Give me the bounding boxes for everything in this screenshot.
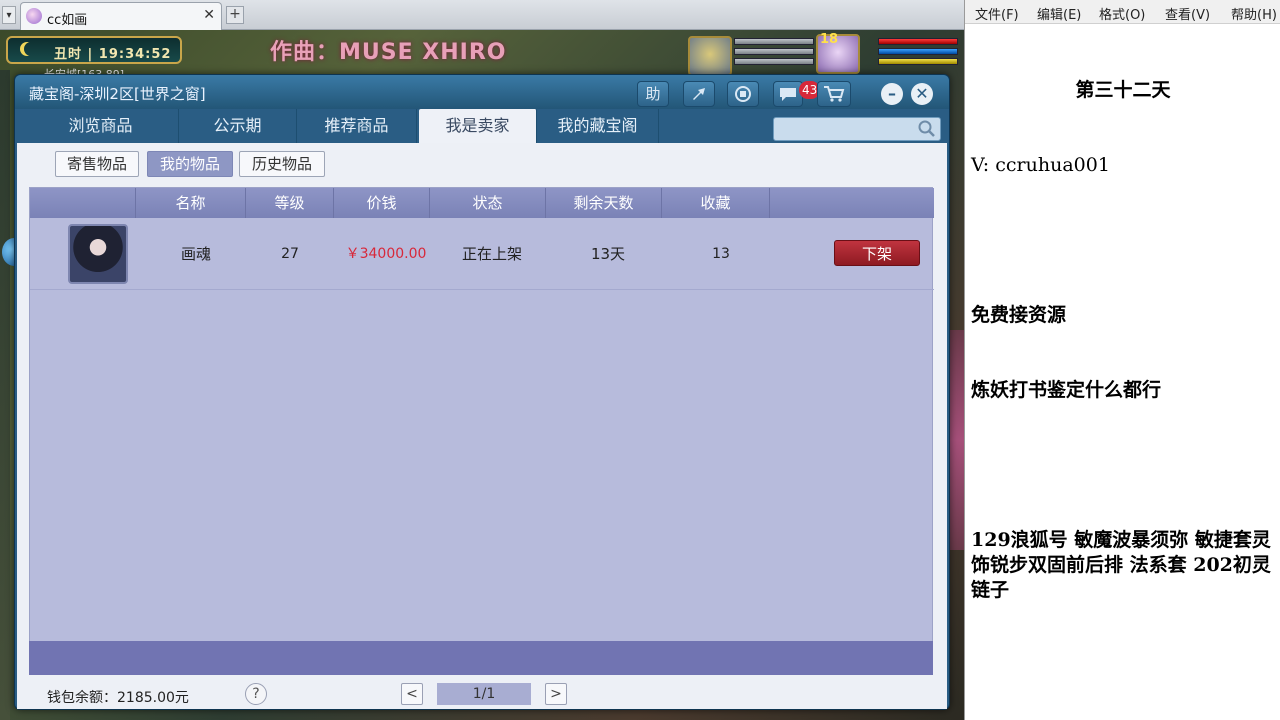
treasure-pavilion-window: 藏宝阁-深圳2区[世界之窗] 助 43 – ✕ 浏览商品 公示期 推荐商品 我是… [14,74,950,710]
note-line: 免费接资源 [971,304,1067,326]
pet-mp-bar [734,48,814,55]
column-name: 名称 [136,188,246,218]
note-line: V: ccruhua001 [971,154,1110,176]
menu-edit[interactable]: 编辑(E) [1037,4,1081,23]
column-avatar-spacer [30,188,136,218]
pet-exp-bar [734,58,814,65]
column-level: 等级 [246,188,334,218]
game-clock: 丑时 | 19:34:52 [54,47,172,62]
flower-decoration [948,330,964,550]
window-title: 藏宝阁-深圳2区[世界之窗] [29,85,206,103]
moon-icon [24,42,38,56]
notepad-text-area[interactable]: 第三十二天 V: ccruhua001 免费接资源 炼妖打书鉴定什么都行 129… [971,28,1275,653]
player-hp-bar [878,38,958,45]
notepad-panel: 文件(F) 编辑(E) 格式(O) 查看(V) 帮助(H) 第三十二天 V: c… [964,0,1280,720]
tab-my-pavilion[interactable]: 我的藏宝阁 [537,109,659,143]
subtab-history[interactable]: 历史物品 [239,151,325,177]
browser-tab-title: cc如画 [47,13,88,28]
tab-seller[interactable]: 我是卖家 [419,109,537,143]
search-icon[interactable] [917,119,937,139]
note-line [971,228,1275,253]
tab-close-icon[interactable]: ✕ [203,7,215,23]
player-anger-bar [878,58,958,65]
game-side-decoration [0,70,10,720]
cell-favorites: 13 [712,246,730,262]
items-table: 名称 等级 价钱 状态 剩余天数 收藏 画魂 27 ￥34000.00 正在上架… [29,187,934,675]
character-avatar[interactable] [68,224,128,284]
delist-button[interactable]: 下架 [834,240,920,266]
transfer-button[interactable] [683,81,715,107]
pet-status-bars [734,38,814,68]
window-footer: 钱包余额：2185.00元 ? < 1/1 > [17,677,947,709]
record-icon [735,86,751,102]
screen: ▾ cc如画 ✕ + 丑时 | 19:34:52 长安城[163,89] 作曲：… [0,0,1280,720]
player-mp-bar [878,48,958,55]
tab-browse[interactable]: 浏览商品 [23,109,179,143]
column-days-left: 剩余天数 [546,188,662,218]
message-button[interactable] [773,81,803,107]
tab-public[interactable]: 公示期 [179,109,297,143]
close-button[interactable]: ✕ [911,83,933,105]
app-favicon-icon [26,8,42,24]
record-button[interactable] [727,81,759,107]
table-footer-bar [29,641,933,675]
menu-view[interactable]: 查看(V) [1165,4,1210,23]
browser-tab[interactable]: cc如画 ✕ [20,2,222,30]
shopping-cart-icon [824,86,845,102]
wallet-balance: 钱包余额：2185.00元 [47,690,189,706]
music-banner: 作曲：MUSE XHIRO [270,40,507,65]
cell-days-left: 13天 [590,245,626,263]
cell-status: 正在上架 [461,245,522,263]
table-header: 名称 等级 价钱 状态 剩余天数 收藏 [30,188,934,218]
chat-bubble-icon [780,88,796,101]
help-question-icon[interactable]: ? [245,683,267,705]
cell-price: ￥34000.00 [345,246,427,262]
window-titlebar[interactable]: 藏宝阁-深圳2区[世界之窗] 助 43 – ✕ [15,75,949,109]
cell-name: 画魂 [180,245,211,263]
share-arrow-icon [693,88,705,100]
subtab-consignment[interactable]: 寄售物品 [55,151,139,177]
cart-button[interactable] [817,81,851,107]
page-indicator: 1/1 [437,683,531,705]
menu-format[interactable]: 格式(O) [1099,4,1145,23]
next-page-button[interactable]: > [545,683,567,705]
seller-content: 寄售物品 我的物品 历史物品 名称 等级 价钱 状态 剩余天数 收藏 画魂 27 [17,143,947,709]
column-favorites: 收藏 [662,188,770,218]
column-status: 状态 [430,188,546,218]
tab-recommended[interactable]: 推荐商品 [297,109,417,143]
prev-page-button[interactable]: < [401,683,423,705]
column-price: 价钱 [334,188,430,218]
minimize-button[interactable]: – [881,83,903,105]
tab-list-button[interactable]: ▾ [2,6,16,24]
pet-portrait[interactable] [688,36,732,76]
subtab-my-items[interactable]: 我的物品 [147,151,233,177]
help-button[interactable]: 助 [637,81,669,107]
menu-file[interactable]: 文件(F) [975,4,1019,23]
table-row[interactable]: 画魂 27 ￥34000.00 正在上架 13天 13 下架 [30,218,934,290]
pet-hp-bar [734,38,814,45]
cell-level: 27 [281,246,299,262]
main-tabs: 浏览商品 公示期 推荐商品 我是卖家 我的藏宝阁 [23,109,941,143]
note-line: 129浪狐号 敏魔波暴须弥 敏捷套灵饰锐步双固前后排 法系套 202初灵链子 [971,529,1271,601]
notepad-menubar: 文件(F) 编辑(E) 格式(O) 查看(V) 帮助(H) [965,0,1280,24]
game-clock-panel: 丑时 | 19:34:52 [6,36,182,64]
new-tab-button[interactable]: + [226,6,244,24]
player-status-bars [878,38,958,68]
browser-tab-bar: ▾ cc如画 ✕ + [0,0,964,30]
menu-help[interactable]: 帮助(H) [1231,4,1277,23]
note-line: 炼妖打书鉴定什么都行 [971,379,1162,401]
note-title: 第三十二天 [1075,79,1171,101]
player-level: 18 [820,32,839,47]
note-line [971,453,1275,478]
search-input[interactable] [773,117,941,141]
